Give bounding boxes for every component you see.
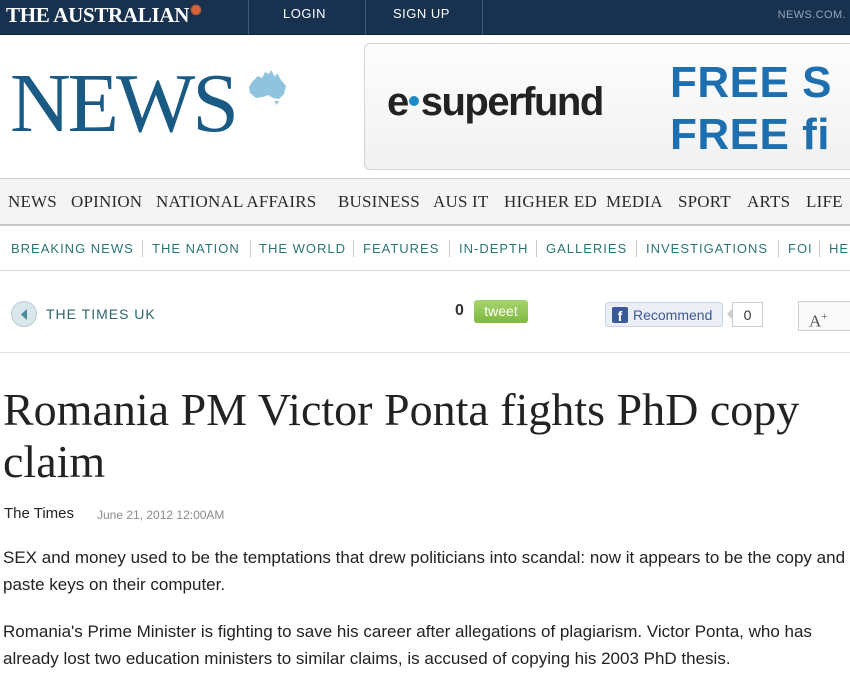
facebook-icon: f — [612, 307, 628, 324]
nav-item-sport[interactable]: SPORT — [678, 192, 731, 212]
ad-line2-text: FREE fi — [670, 110, 830, 159]
subnav-item-investigations[interactable]: INVESTIGATIONS — [646, 241, 768, 256]
subnav-item-the-nation[interactable]: THE NATION — [152, 241, 240, 256]
subnav-divider — [536, 240, 537, 257]
section-link-the-times-uk[interactable]: THE TIMES UK — [46, 306, 156, 322]
nav-item-national-affairs[interactable]: NATIONAL AFFAIRS — [156, 192, 316, 212]
subnav-divider — [636, 240, 637, 257]
article-paragraph: SEX and money used to be the temptations… — [3, 548, 846, 594]
ad-superfund-logo: e superfund — [387, 80, 605, 125]
subnav-divider — [142, 240, 143, 257]
login-link[interactable]: LOGIN — [283, 6, 326, 21]
topbar-divider — [482, 0, 483, 35]
nav-item-media[interactable]: MEDIA — [606, 192, 663, 212]
subnav-item-galleries[interactable]: GALLERIES — [546, 241, 627, 256]
font-size-label: A — [809, 311, 822, 331]
ad-logo-rest: superfund — [420, 80, 605, 124]
divider — [0, 352, 850, 353]
ad-headline-line2: FREE fi — [670, 110, 830, 160]
network-link[interactable]: NEWS.COM. — [778, 9, 846, 21]
subnav-item-breaking-news[interactable]: BREAKING NEWS — [11, 241, 134, 256]
topbar-divider — [365, 0, 366, 35]
font-size-plus: + — [821, 311, 828, 323]
subnav-item-he[interactable]: HE — [829, 241, 849, 256]
secondary-nav: BREAKING NEWS THE NATION THE WORLD FEATU… — [0, 226, 850, 271]
nav-item-arts[interactable]: ARTS — [747, 192, 790, 212]
recommend-label: Recommend — [633, 307, 713, 323]
back-arrow-circle-icon[interactable] — [11, 301, 37, 327]
ad-dot-icon — [408, 96, 419, 107]
subnav-divider — [353, 240, 354, 257]
facebook-recommend-button[interactable]: f Recommend — [605, 302, 723, 327]
nav-item-higher-ed[interactable]: HIGHER ED — [504, 192, 597, 212]
australia-map-icon — [249, 70, 286, 105]
article-source: The Times — [4, 505, 75, 522]
brand-star-icon: ✺ — [190, 4, 202, 19]
ad-line1-text: FREE S — [670, 58, 832, 107]
nav-item-aus-it[interactable]: AUS IT — [433, 192, 489, 212]
nav-item-business[interactable]: BUSINESS — [338, 192, 420, 212]
nav-item-life[interactable]: LIFE — [806, 192, 843, 212]
tweet-button[interactable]: tweet — [474, 300, 528, 323]
subnav-divider — [778, 240, 779, 257]
article-date: June 21, 2012 12:00AM — [97, 508, 225, 522]
subnav-item-features[interactable]: FEATURES — [363, 241, 439, 256]
brand-logo[interactable]: THE AUSTRALIAN✺ — [6, 3, 202, 28]
nav-item-news[interactable]: NEWS — [8, 192, 57, 212]
subnav-divider — [819, 240, 820, 257]
subnav-item-in-depth[interactable]: IN-DEPTH — [459, 241, 528, 256]
subnav-divider — [250, 240, 251, 257]
recommend-count: 0 — [732, 302, 763, 327]
brand-name: THE AUSTRALIAN — [6, 3, 190, 27]
ad-headline-line1: FREE S — [670, 58, 832, 108]
subnav-divider — [449, 240, 450, 257]
primary-nav: NEWS OPINION NATIONAL AFFAIRS BUSINESS A… — [0, 178, 850, 226]
news-logo[interactable]: NEWS — [10, 62, 239, 146]
topbar-divider — [248, 0, 249, 35]
article-headline: Romania PM Victor Ponta fights PhD copy … — [3, 384, 800, 487]
advertisement-banner[interactable]: e superfund FREE S FREE fi — [364, 43, 850, 170]
article-paragraph: Romania's Prime Minister is fighting to … — [3, 622, 812, 668]
ad-logo-prefix: e — [387, 80, 409, 124]
nav-item-opinion[interactable]: OPINION — [71, 192, 142, 212]
top-bar: THE AUSTRALIAN✺ LOGIN SIGN UP NEWS.COM. — [0, 0, 850, 35]
subnav-item-the-world[interactable]: THE WORLD — [259, 241, 346, 256]
tweet-count: 0 — [455, 302, 464, 319]
signup-link[interactable]: SIGN UP — [393, 6, 450, 21]
subnav-item-foi[interactable]: FOI — [788, 241, 813, 256]
increase-font-size-button[interactable]: A+ — [798, 301, 850, 331]
